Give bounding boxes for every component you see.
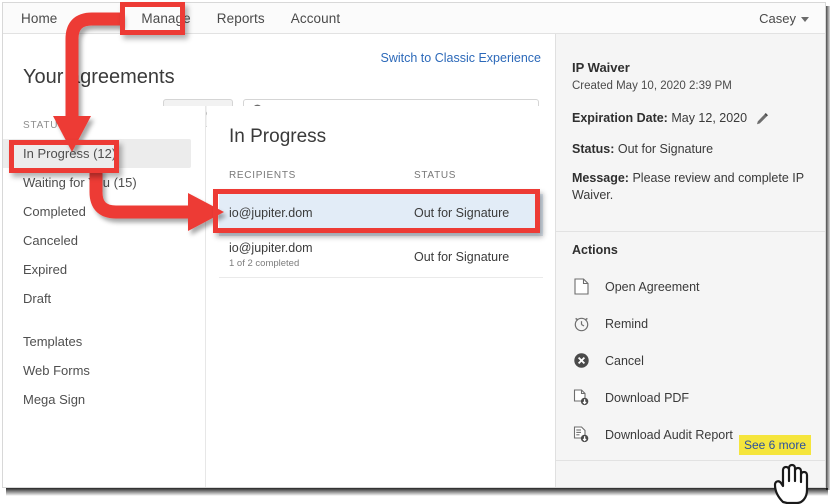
sidebar-item-label: In Progress (12)	[23, 146, 117, 161]
user-menu[interactable]: Casey	[759, 3, 809, 34]
detail-expiration-row: Expiration Date: May 12, 2020	[572, 110, 812, 127]
detail-title: IP Waiver	[572, 60, 630, 75]
screenshot-root: Home Send Manage Reports Account Casey S…	[0, 0, 830, 504]
table-row[interactable]: io@jupiter.dom Out for Signature	[219, 194, 543, 236]
actions-list: Open Agreement Remind Cancel Download PD…	[556, 268, 825, 453]
report-download-icon	[572, 425, 591, 444]
sidebar-item-label: Mega Sign	[23, 392, 86, 407]
detail-message-row: Message: Please review and complete IP W…	[572, 170, 812, 204]
nav-item-account[interactable]: Account	[291, 11, 340, 26]
detail-divider	[556, 231, 825, 232]
sidebar-item-waiting-for-you[interactable]: Waiting for You (15)	[3, 168, 206, 197]
detail-message-label: Message:	[572, 171, 629, 185]
sidebar-item-label: Web Forms	[23, 363, 90, 378]
nav-item-reports[interactable]: Reports	[217, 11, 265, 26]
document-icon	[572, 277, 591, 296]
application-window: Home Send Manage Reports Account Casey S…	[2, 2, 826, 488]
agreement-list-panel: In Progress RECIPIENTS STATUS io@jupiter…	[207, 106, 555, 487]
detail-created-date: Created May 10, 2020 2:39 PM	[572, 80, 732, 92]
sidebar-item-mega-sign[interactable]: Mega Sign	[3, 385, 206, 414]
detail-status-row: Status: Out for Signature	[572, 141, 812, 158]
nav-item-list: Home Send Manage Reports Account	[21, 3, 340, 34]
sidebar-item-label: Completed	[23, 204, 86, 219]
row-progress-subtext: 1 of 2 completed	[229, 258, 300, 269]
row-status: Out for Signature	[414, 250, 510, 264]
row-recipient: io@jupiter.dom	[229, 206, 313, 220]
chevron-down-icon	[801, 17, 809, 22]
sidebar-item-label: Draft	[23, 291, 52, 306]
nav-item-send[interactable]: Send	[83, 11, 115, 26]
sidebar-item-canceled[interactable]: Canceled	[3, 226, 206, 255]
detail-status-label: Status:	[572, 142, 615, 156]
window-shadow-bottom	[6, 488, 828, 496]
agreement-detail-panel: IP Waiver Created May 10, 2020 2:39 PM E…	[555, 34, 825, 487]
sidebar-heading-status: STATUS	[23, 120, 66, 131]
sidebar-item-expired[interactable]: Expired	[3, 255, 206, 284]
document-download-icon	[572, 388, 591, 407]
sidebar-item-templates[interactable]: Templates	[3, 327, 206, 356]
user-name-label: Casey	[759, 11, 796, 26]
top-navigation-bar: Home Send Manage Reports Account Casey	[3, 3, 825, 34]
sidebar-item-label: Templates	[23, 334, 83, 349]
column-header-recipients: RECIPIENTS	[229, 170, 297, 181]
switch-to-classic-link[interactable]: Switch to Classic Experience	[381, 51, 541, 65]
sidebar-item-label: Waiting for You (15)	[23, 175, 137, 190]
sidebar-item-label: Expired	[23, 262, 68, 277]
action-download-pdf[interactable]: Download PDF	[556, 379, 825, 416]
sidebar-item-completed[interactable]: Completed	[3, 197, 206, 226]
detail-footer-divider	[556, 460, 825, 461]
sidebar: STATUS In Progress (12) Waiting for You …	[3, 106, 206, 487]
see-more-link[interactable]: See 6 more	[738, 435, 811, 455]
row-status: Out for Signature	[414, 206, 510, 220]
sidebar-item-web-forms[interactable]: Web Forms	[3, 356, 206, 385]
sidebar-item-draft[interactable]: Draft	[3, 284, 206, 313]
action-label: Cancel	[605, 353, 644, 368]
action-cancel[interactable]: Cancel	[556, 342, 825, 379]
detail-expiration-value: May 12, 2020	[671, 111, 748, 125]
column-header-status: STATUS	[414, 170, 457, 181]
sidebar-item-label: Canceled	[23, 233, 78, 248]
action-label: Open Agreement	[605, 279, 700, 294]
action-remind[interactable]: Remind	[556, 305, 825, 342]
sidebar-item-in-progress[interactable]: In Progress (12)	[3, 139, 191, 168]
list-title: In Progress	[229, 126, 327, 147]
detail-expiration-label: Expiration Date:	[572, 111, 668, 125]
window-shadow-right	[826, 6, 830, 490]
detail-status-value: Out for Signature	[617, 142, 714, 156]
x-circle-icon	[572, 351, 591, 370]
actions-heading: Actions	[572, 243, 618, 257]
table-row[interactable]: io@jupiter.dom 1 of 2 completed Out for …	[219, 236, 543, 278]
agreement-rows: io@jupiter.dom Out for Signature io@jupi…	[219, 194, 543, 278]
pencil-icon[interactable]	[755, 112, 769, 126]
list-column-headers: RECIPIENTS STATUS	[229, 170, 543, 188]
page-title: Your agreements	[23, 66, 175, 88]
page-header: Switch to Classic Experience Your agreem…	[3, 34, 555, 127]
nav-item-manage[interactable]: Manage	[141, 11, 190, 26]
sidebar-divider-gap	[3, 313, 206, 327]
action-label: Download Audit Report	[605, 427, 733, 442]
row-recipient: io@jupiter.dom	[229, 241, 313, 255]
action-label: Download PDF	[605, 390, 690, 405]
nav-item-home[interactable]: Home	[21, 11, 57, 26]
sidebar-status-list: In Progress (12) Waiting for You (15) Co…	[3, 139, 206, 414]
alarm-clock-icon	[572, 314, 591, 333]
action-open-agreement[interactable]: Open Agreement	[556, 268, 825, 305]
action-label: Remind	[605, 316, 649, 331]
